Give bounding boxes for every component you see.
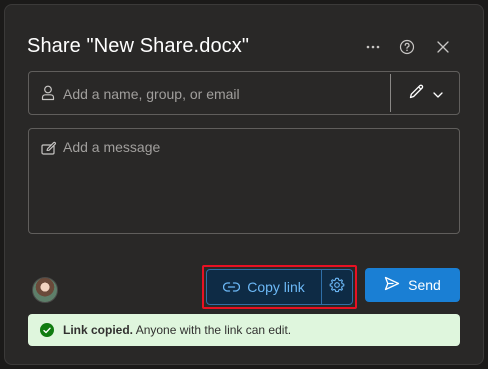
status-text: Anyone with the link can edit.	[135, 323, 292, 337]
chevron-down-icon	[432, 85, 443, 103]
recipient-input[interactable]	[63, 82, 383, 106]
pencil-icon	[408, 83, 425, 105]
field-divider	[390, 74, 391, 112]
status-bar: Link copied. Anyone with the link can ed…	[28, 314, 460, 346]
gear-icon	[329, 277, 345, 298]
help-button[interactable]	[395, 35, 419, 59]
edit-message-icon	[41, 141, 57, 161]
status-bold-text: Link copied.	[63, 323, 134, 337]
more-horizontal-icon	[366, 45, 380, 49]
share-dialog: Share "New Share.docx" Add a name, group…	[4, 4, 484, 365]
copy-link-label: Copy link	[247, 279, 305, 295]
dialog-title: Share "New Share.docx"	[27, 35, 250, 57]
link-icon	[223, 279, 241, 295]
person-icon	[41, 85, 55, 106]
close-button[interactable]	[431, 35, 455, 59]
help-circle-icon	[399, 39, 415, 55]
check-circle-icon	[40, 323, 54, 337]
message-input[interactable]	[63, 139, 453, 227]
send-button[interactable]: Send	[365, 268, 460, 302]
close-icon	[437, 41, 449, 53]
recipient-field	[28, 71, 460, 115]
avatar[interactable]	[32, 277, 58, 303]
send-label: Send	[408, 277, 441, 293]
link-settings-button[interactable]	[322, 270, 352, 304]
send-icon	[384, 276, 400, 294]
permission-dropdown-button[interactable]	[397, 80, 453, 108]
copy-link-group: Copy link	[206, 269, 353, 305]
status-message: Link copied. Anyone with the link can ed…	[63, 323, 291, 337]
copy-link-button[interactable]: Copy link	[207, 270, 322, 304]
more-options-button[interactable]	[361, 35, 385, 59]
message-field	[28, 128, 460, 234]
